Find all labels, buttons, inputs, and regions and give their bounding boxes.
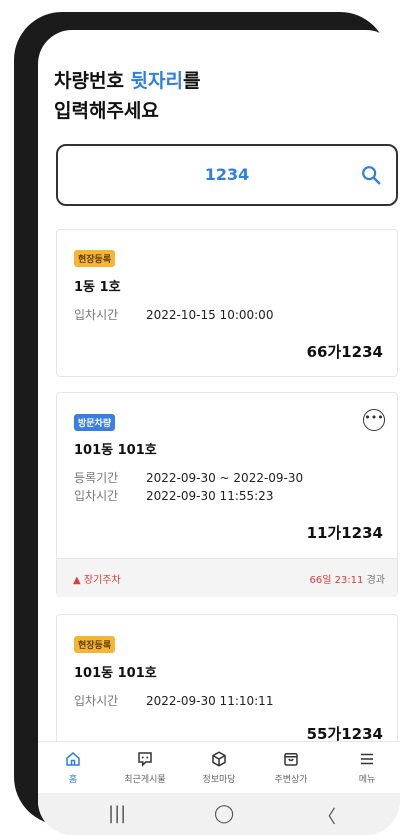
title-line2: 입력해주세요 [54,100,159,122]
row-value: 2022-09-30 11:10:11 [146,694,274,708]
search-value[interactable]: 1234 [58,165,396,184]
tab-label: 메뉴 [358,775,376,785]
title-suffix: 를 [183,70,201,92]
tab-nearby-shops[interactable]: 주변상가 [256,748,326,785]
entry-time-row: 입차시간 2022-09-30 11:55:23 [74,487,273,504]
tab-label: 홈 [68,775,78,785]
tab-menu[interactable]: 메뉴 [332,748,400,785]
phone-frame: 차량번호 뒷자리를 입력해주세요 1234 현장등록 1동 1호 입차시간 202… [14,12,400,835]
warning-text: 장기주차 [83,575,121,586]
title-prefix: 차량번호 [54,70,131,92]
search-input[interactable]: 1234 [56,144,398,206]
menu-icon [361,753,373,765]
row-value: 2022-09-30 11:55:23 [146,489,274,503]
title-highlight: 뒷자리 [130,70,183,92]
page-title: 차량번호 뒷자리를 입력해주세요 [54,66,200,126]
recent-apps-button[interactable]: ||| [108,803,126,824]
screen: 차량번호 뒷자리를 입력해주세요 1234 현장등록 1동 1호 입차시간 202… [38,30,400,835]
tab-home[interactable]: 홈 [38,748,108,785]
row-label: 입차시간 [74,694,119,708]
tab-label: 최근게시물 [124,775,166,785]
unit-label: 101동 101호 [74,443,157,458]
row-label: 입차시간 [74,489,119,503]
chat-icon [138,752,152,767]
duration-value: 66일 23:11 [309,575,364,586]
home-button[interactable]: ◯ [214,803,234,824]
warning-label: ▲ 장기주차 [73,571,121,586]
parking-card[interactable]: 현장등록 101동 101호 입차시간 2022-09-30 11:10:11 5… [56,614,398,754]
home-icon [66,752,80,766]
bottom-tab-bar: 홈 최근게시물 정보마당 주변상가 메뉴 [38,741,400,794]
bag-icon [284,753,298,766]
long-parking-warning: ▲ 장기주차 66일 23:11 경과 [57,558,397,597]
entry-time-row: 입차시간 2022-10-15 10:00:00 [74,306,273,323]
search-icon[interactable] [360,164,382,186]
plate-number: 11가1234 [306,524,383,542]
parking-card[interactable]: 현장등록 1동 1호 입차시간 2022-10-15 10:00:00 66가12… [56,229,398,377]
cube-icon [212,751,226,767]
warning-icon: ▲ [73,575,81,586]
tab-recent-posts[interactable]: 최근게시물 [110,748,180,785]
period-row: 등록기간 2022-09-30 ~ 2022-09-30 [74,469,303,486]
duration-suffix: 경과 [366,575,385,586]
status-badge: 방문차량 [74,414,116,431]
row-label: 입차시간 [74,308,119,322]
row-value: 2022-10-15 10:00:00 [146,308,274,322]
unit-label: 101동 101호 [74,666,157,681]
entry-time-row: 입차시간 2022-09-30 11:10:11 [74,692,273,709]
status-badge: 현장등록 [74,636,116,653]
warning-duration: 66일 23:11 경과 [309,571,385,586]
tab-label: 정보마당 [202,775,236,785]
tab-label: 주변상가 [274,775,308,785]
tab-info[interactable]: 정보마당 [184,748,254,785]
back-button[interactable]: 〈 [318,803,336,829]
row-value: 2022-09-30 ~ 2022-09-30 [146,471,304,485]
more-options-icon[interactable]: ••• [363,409,385,431]
parking-card[interactable]: 방문차량 ••• 101동 101호 등록기간 2022-09-30 ~ 2022… [56,392,398,597]
unit-label: 1동 1호 [74,280,121,295]
plate-number: 66가1234 [306,343,383,361]
row-label: 등록기간 [74,471,119,485]
status-badge: 현장등록 [74,250,116,267]
